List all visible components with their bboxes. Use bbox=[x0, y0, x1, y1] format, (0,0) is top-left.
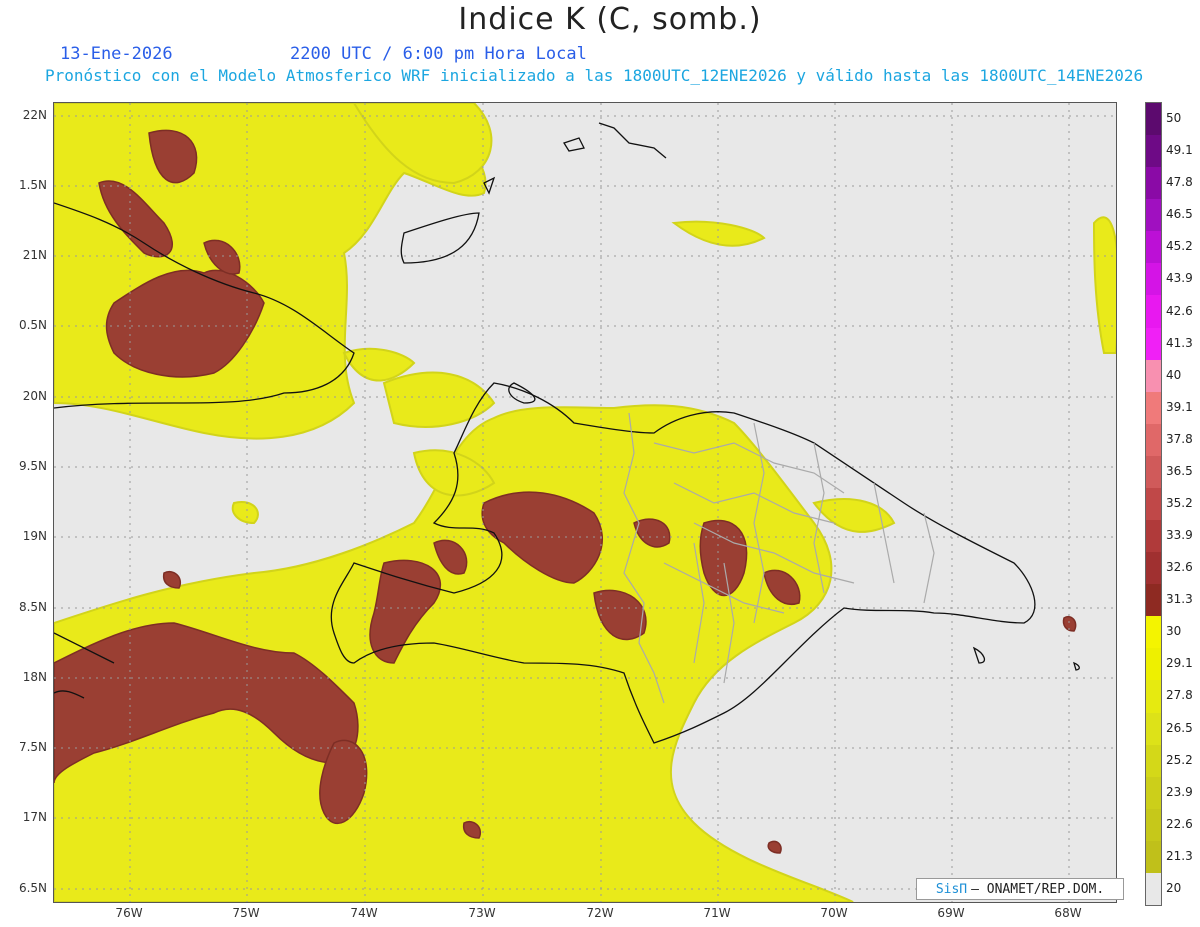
colorbar-label: 22.6 bbox=[1166, 816, 1193, 831]
lat-label-17n: 17N bbox=[22, 810, 47, 824]
colorbar-segment bbox=[1146, 808, 1161, 842]
colorbar-label: 30 bbox=[1166, 624, 1182, 639]
colorbar bbox=[1145, 102, 1162, 906]
forecast-subtitle: Pronóstico con el Modelo Atmosferico WRF… bbox=[45, 66, 1144, 85]
chart-title: Indice K (C, somb.) bbox=[458, 2, 762, 37]
lat-label-19n: 19N bbox=[22, 529, 47, 543]
colorbar-label: 46.5 bbox=[1166, 207, 1193, 222]
colorbar-label: 29.1 bbox=[1166, 656, 1193, 671]
colorbar-label: 43.9 bbox=[1166, 271, 1193, 286]
colorbar-label: 32.6 bbox=[1166, 560, 1193, 575]
lat-label-20n: 20N bbox=[22, 389, 47, 403]
colorbar-label: 45.2 bbox=[1166, 239, 1193, 254]
colorbar-segment bbox=[1146, 776, 1161, 810]
colorbar-label: 42.6 bbox=[1166, 303, 1193, 318]
sispi-logo: SisΠ bbox=[935, 881, 968, 897]
colorbar-label: 40 bbox=[1166, 367, 1182, 382]
colorbar-label: 31.3 bbox=[1166, 592, 1193, 607]
colorbar-label: 26.5 bbox=[1166, 720, 1193, 735]
colorbar-label: 33.9 bbox=[1166, 528, 1193, 543]
credit-text: – ONAMET/REP.DOM. bbox=[971, 881, 1105, 897]
colorbar-segment bbox=[1146, 744, 1161, 778]
colorbar-label: 23.9 bbox=[1166, 784, 1193, 799]
colorbar-label: 36.5 bbox=[1166, 463, 1193, 478]
lat-label-19-5n: 9.5N bbox=[18, 459, 47, 473]
colorbar-segment bbox=[1146, 199, 1161, 232]
lon-label-69w: 69W bbox=[937, 906, 965, 920]
lat-label-20-5n: 0.5N bbox=[18, 318, 47, 332]
colorbar-segment bbox=[1146, 423, 1161, 457]
colorbar-segment bbox=[1146, 712, 1161, 746]
lat-label-21-5n: 1.5N bbox=[18, 178, 47, 192]
colorbar-segment bbox=[1146, 616, 1161, 649]
colorbar-label: 25.2 bbox=[1166, 752, 1193, 767]
lon-label-76w: 76W bbox=[115, 906, 143, 920]
colorbar-segment bbox=[1146, 295, 1161, 329]
forecast-time: 2200 UTC / 6:00 pm Hora Local bbox=[290, 44, 587, 64]
colorbar-segment bbox=[1146, 231, 1161, 264]
lat-label-17-5n: 7.5N bbox=[18, 740, 47, 754]
colorbar-label: 27.8 bbox=[1166, 688, 1193, 703]
lon-label-72w: 72W bbox=[586, 906, 614, 920]
colorbar-segment bbox=[1146, 680, 1161, 714]
kindex-field-yellow bbox=[54, 103, 1116, 902]
colorbar-label: 41.3 bbox=[1166, 335, 1193, 350]
map-plot bbox=[53, 102, 1117, 903]
credit-box: SisΠ – ONAMET/REP.DOM. bbox=[916, 878, 1124, 900]
lon-label-75w: 75W bbox=[232, 906, 260, 920]
colorbar-label: 39.1 bbox=[1166, 399, 1193, 414]
lon-label-71w: 71W bbox=[703, 906, 731, 920]
colorbar-segment bbox=[1146, 584, 1161, 617]
lat-label-18-5n: 8.5N bbox=[18, 600, 47, 614]
colorbar-segment bbox=[1146, 135, 1161, 168]
lat-label-21n: 21N bbox=[22, 248, 47, 262]
colorbar-segment bbox=[1146, 840, 1161, 874]
map-svg bbox=[54, 103, 1116, 902]
colorbar-segment bbox=[1146, 552, 1161, 585]
lon-label-68w: 68W bbox=[1054, 906, 1082, 920]
lat-label-18n: 18N bbox=[22, 670, 47, 684]
colorbar-segment bbox=[1146, 327, 1161, 361]
lon-label-74w: 74W bbox=[350, 906, 378, 920]
lat-label-16-5n: 6.5N bbox=[18, 881, 47, 895]
colorbar-label: 20 bbox=[1166, 880, 1182, 895]
colorbar-segment bbox=[1146, 167, 1161, 200]
colorbar-segment bbox=[1146, 455, 1161, 489]
colorbar-label: 21.3 bbox=[1166, 848, 1193, 863]
colorbar-label: 35.2 bbox=[1166, 496, 1193, 510]
colorbar-segment bbox=[1146, 648, 1161, 681]
colorbar-segment bbox=[1146, 263, 1161, 296]
colorbar-segment bbox=[1146, 391, 1161, 425]
colorbar-segment bbox=[1146, 359, 1161, 393]
colorbar-segment bbox=[1146, 487, 1161, 521]
colorbar-segment bbox=[1146, 103, 1161, 136]
colorbar-label: 49.1 bbox=[1166, 143, 1193, 158]
lon-label-73w: 73W bbox=[468, 906, 496, 920]
lon-label-70w: 70W bbox=[820, 906, 848, 920]
colorbar-segment bbox=[1146, 520, 1161, 553]
colorbar-segment bbox=[1146, 872, 1161, 906]
colorbar-label: 37.8 bbox=[1166, 431, 1193, 446]
colorbar-label: 47.8 bbox=[1166, 175, 1193, 190]
colorbar-label: 50 bbox=[1166, 111, 1182, 126]
forecast-date: 13-Ene-2026 bbox=[60, 44, 173, 64]
lat-label-22n: 22N bbox=[22, 108, 47, 122]
